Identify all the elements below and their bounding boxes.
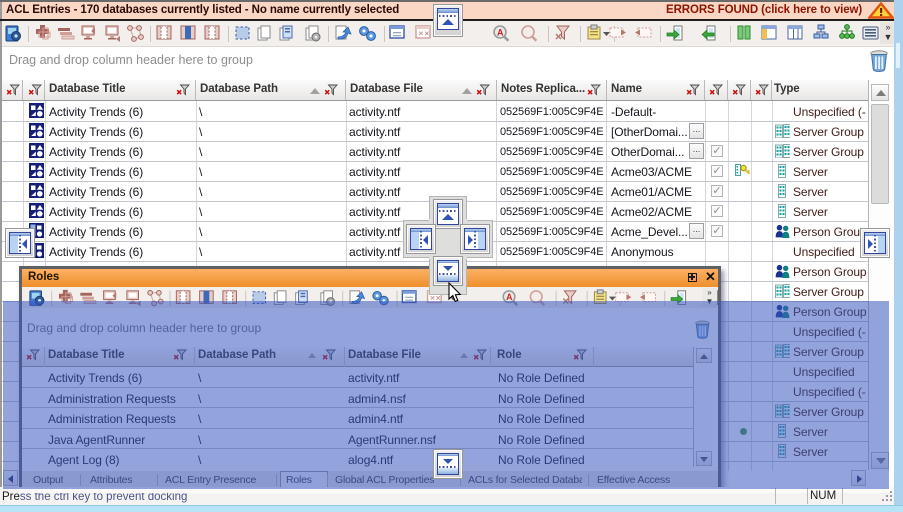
svg-text:✕✕: ✕✕ xyxy=(418,31,430,38)
svg-text:A: A xyxy=(497,28,504,38)
